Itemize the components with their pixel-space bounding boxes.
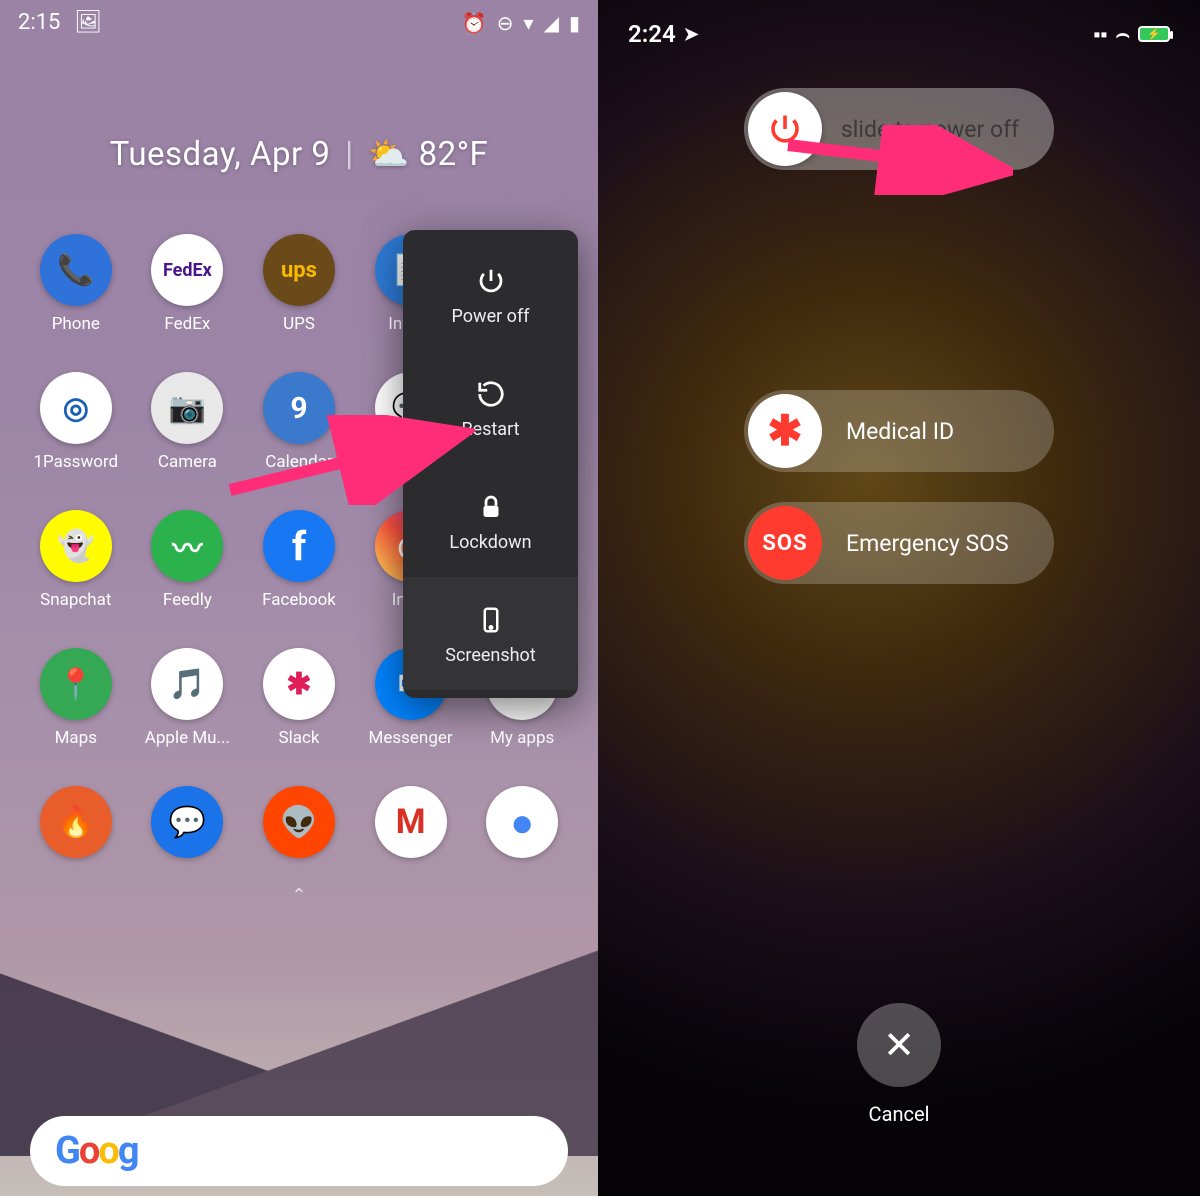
wifi-icon: ▾ [524,11,534,35]
screenshot-button[interactable]: Screenshot [403,577,578,690]
app-icon: ✱ [263,648,335,720]
widget-temp: 82°F [419,135,489,174]
app-slot-23[interactable]: M [355,786,467,866]
dnd-icon: ⊖ [497,11,514,35]
app-icon: ◎ [40,372,112,444]
power-off-button[interactable]: Power off [403,238,578,351]
android-screenshot: 2:15 🖼 ⏰ ⊖ ▾ ◢ ▮ Tuesday, Apr 9 | ⛅ 82°F… [0,0,598,1196]
app-ups[interactable]: ups UPS [243,234,355,334]
power-icon [767,111,803,147]
app-label: Phone [52,314,100,334]
date-weather-widget[interactable]: Tuesday, Apr 9 | ⛅ 82°F [0,135,598,174]
medical-id-button[interactable]: ✱ Medical ID [744,390,1054,472]
app-icon: 🔥 [40,786,112,858]
app-label: Calendar [265,452,332,472]
app-label: Feedly [163,590,212,610]
app-icon: FedEx [151,234,223,306]
app-slot-21[interactable]: 💬 [132,786,244,866]
app-maps[interactable]: 📍 Maps [20,648,132,748]
app-feedly[interactable]: 〰 Feedly [132,510,244,610]
restart-button[interactable]: Restart [403,351,578,464]
wifi-icon: ⌢ [1116,22,1130,47]
app-slot-24[interactable]: ● [466,786,578,866]
cancel-button[interactable]: ✕ [857,1003,941,1087]
lockdown-label: Lockdown [449,532,531,553]
power-icon [476,266,506,296]
status-time: 2:15 [18,10,60,35]
alarm-icon: ⏰ [462,11,487,35]
screenshot-label: Screenshot [445,645,535,666]
partly-sunny-icon: ⛅ [368,135,410,174]
google-search-pill[interactable]: Goog [30,1116,568,1186]
app-icon: 〰 [151,510,223,582]
app-icon: 👻 [40,510,112,582]
emergency-sos-button[interactable]: SOS Emergency SOS [744,502,1054,584]
close-icon: ✕ [883,1023,915,1068]
app-label: Slack [278,728,319,748]
battery-charging-icon: ⚡ [1138,26,1170,42]
screenshot-icon [476,605,506,635]
app-icon: ups [263,234,335,306]
app-icon: 📷 [151,372,223,444]
google-logo-icon: Goog [55,1129,138,1173]
image-icon: 🖼 [74,10,102,35]
app-icon: f [263,510,335,582]
app-label: Maps [55,728,97,748]
app-icon: 📞 [40,234,112,306]
slide-label: slide to power off [826,116,1054,143]
app-slack[interactable]: ✱ Slack [243,648,355,748]
sos-label: Emergency SOS [846,530,1009,557]
medical-id-label: Medical ID [846,418,954,445]
status-time: 2:24 [628,20,676,48]
restart-icon [476,379,506,409]
app-label: 1Password [33,452,118,472]
app-icon: M [375,786,447,858]
location-icon: ➤ [684,24,699,45]
app-slot-20[interactable]: 🔥 [20,786,132,866]
app-label: Camera [158,452,217,472]
power-knob[interactable] [748,92,822,166]
app-calendar[interactable]: 9 Calendar [243,372,355,472]
app-icon: ● [486,786,558,858]
app-label: UPS [283,314,315,334]
app-phone[interactable]: 📞 Phone [20,234,132,334]
app-icon: 👽 [263,786,335,858]
cancel-label: Cancel [869,1102,930,1126]
app-snapchat[interactable]: 👻 Snapchat [20,510,132,610]
slide-to-power-off[interactable]: slide to power off [744,88,1054,170]
ios-status-bar: 2:24 ➤ ▪▪ ⌢ ⚡ [598,0,1200,48]
app-label: Facebook [262,590,336,610]
app-icon: 📍 [40,648,112,720]
app-icon: 9 [263,372,335,444]
restart-label: Restart [461,419,519,440]
app-camera[interactable]: 📷 Camera [132,372,244,472]
signal-icon: ◢ [544,11,559,35]
app-apple-mu-[interactable]: 🎵 Apple Mu... [132,648,244,748]
app-label: Apple Mu... [145,728,230,748]
cancel-area: ✕ Cancel [857,1003,941,1126]
signal-icon: ▪▪ [1093,22,1107,47]
app-label: My apps [490,728,554,748]
app-slot-22[interactable]: 👽 [243,786,355,866]
app-drawer-handle[interactable]: ⌃ [291,885,306,906]
app-facebook[interactable]: f Facebook [243,510,355,610]
app-label: Messenger [369,728,453,748]
lock-icon [476,492,506,522]
app-1password[interactable]: ◎ 1Password [20,372,132,472]
app-icon: 🎵 [151,648,223,720]
power-menu: Power off Restart Lockdown Screenshot [403,230,578,698]
app-label: Snapchat [40,590,111,610]
ios-screenshot: 2:24 ➤ ▪▪ ⌢ ⚡ slide to power off ✱ Medic… [598,0,1200,1196]
medical-id-icon: ✱ [748,394,822,468]
app-label: FedEx [164,314,210,334]
app-icon: 💬 [151,786,223,858]
app-fedex[interactable]: FedEx FedEx [132,234,244,334]
battery-icon: ▮ [569,11,580,35]
sos-icon: SOS [748,506,822,580]
widget-date: Tuesday, Apr 9 [110,135,331,174]
widget-separator: | [345,135,354,174]
android-status-bar: 2:15 🖼 ⏰ ⊖ ▾ ◢ ▮ [0,0,598,35]
power-off-label: Power off [452,306,530,327]
lockdown-button[interactable]: Lockdown [403,464,578,577]
